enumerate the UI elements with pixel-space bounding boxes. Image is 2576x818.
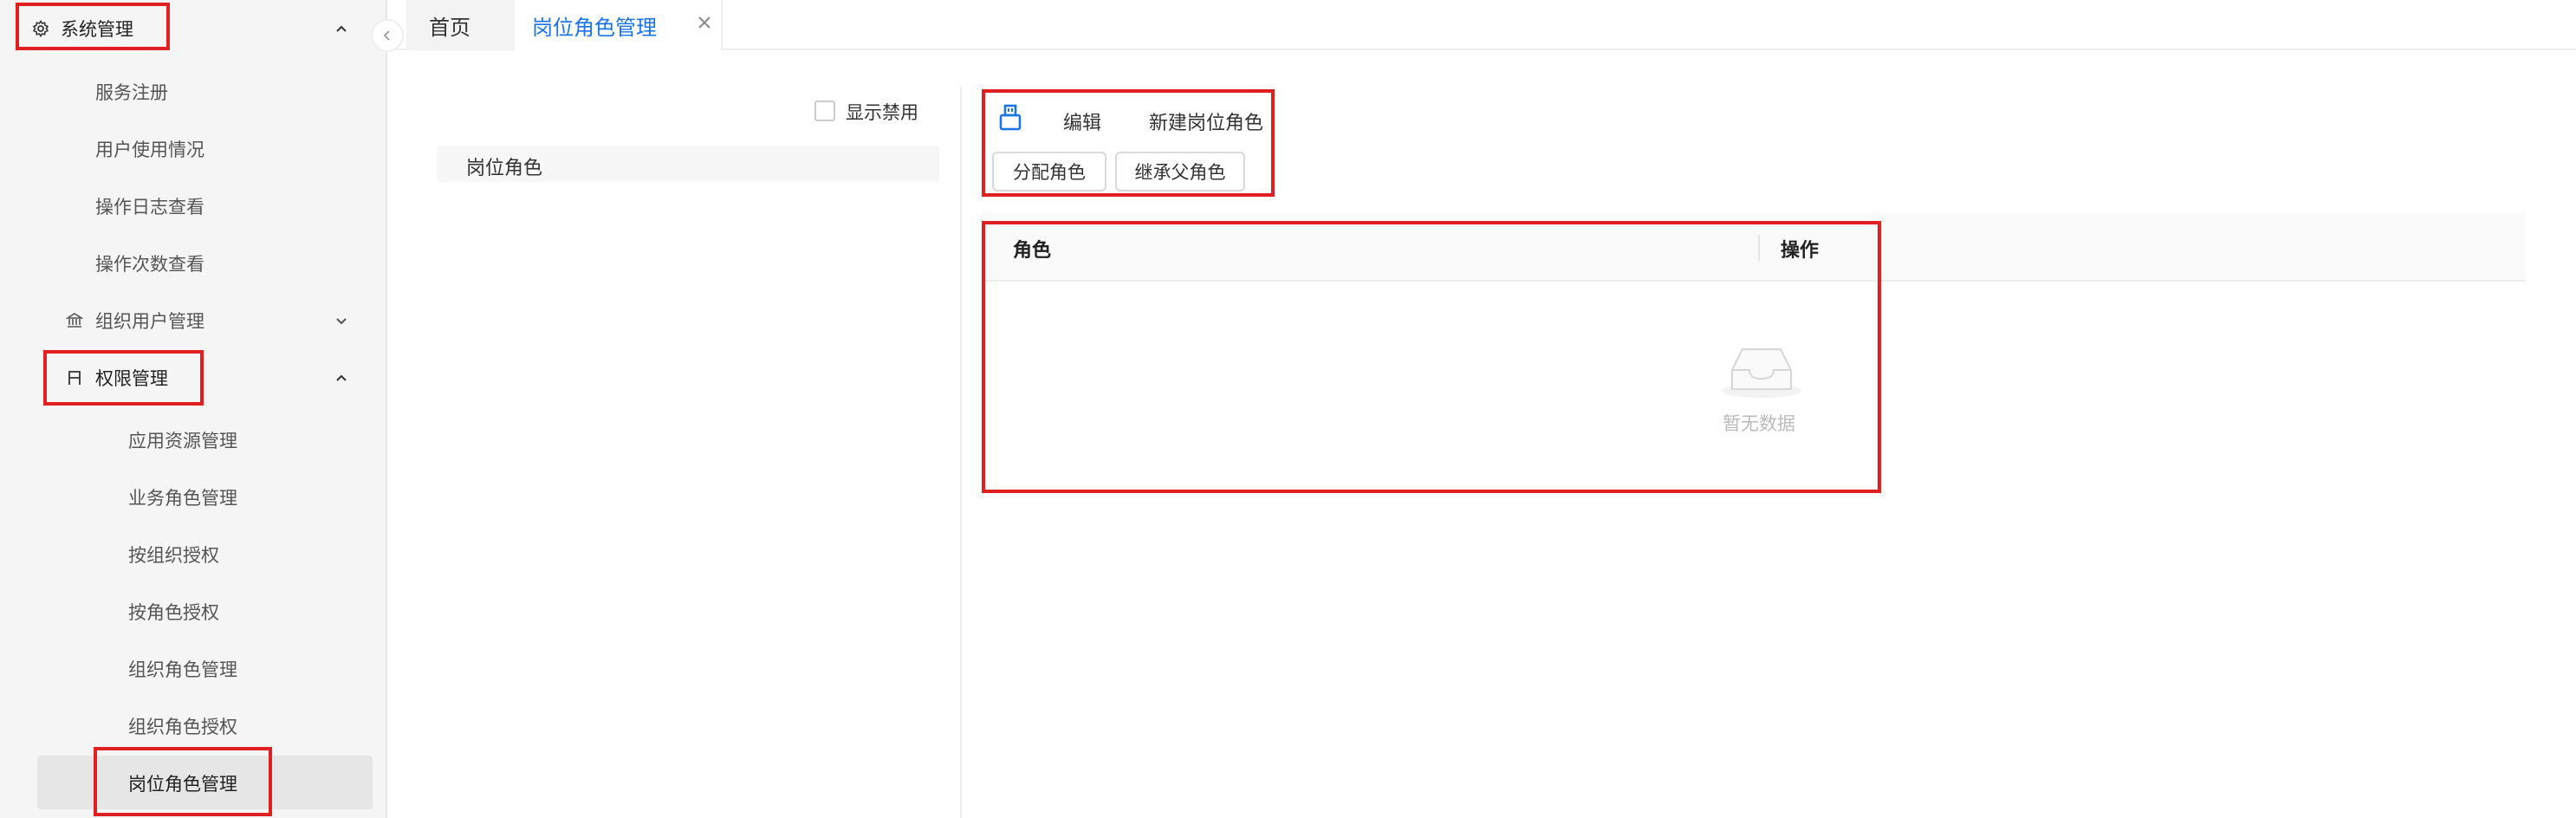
save-icon[interactable] xyxy=(997,103,1023,133)
sidebar: 系统管理 服务注册 用户使用情况 操作日志查看 操作次数查看 组织用户管理 权限… xyxy=(0,0,387,818)
sidebar-item-label: 组织角色授权 xyxy=(128,717,237,737)
sidebar-item-user-usage[interactable]: 用户使用情况 xyxy=(0,120,387,178)
sidebar-item-org-role-management[interactable]: 组织角色管理 xyxy=(0,640,387,698)
sidebar-item-operation-log[interactable]: 操作日志查看 xyxy=(0,178,387,235)
highlight-frame xyxy=(982,221,1881,493)
chevron-down-icon xyxy=(336,318,347,325)
sidebar-item-business-role-management[interactable]: 业务角色管理 xyxy=(0,469,387,526)
sidebar-item-label: 按角色授权 xyxy=(128,602,219,623)
bank-icon xyxy=(65,311,84,330)
edit-button[interactable]: 编辑 xyxy=(1063,107,1101,135)
sidebar-item-authorize-by-role[interactable]: 按角色授权 xyxy=(0,583,387,640)
highlight-frame xyxy=(16,3,170,50)
sidebar-item-label: 组织用户管理 xyxy=(95,311,204,332)
chevron-up-icon xyxy=(336,25,347,32)
sidebar-item-label: 操作日志查看 xyxy=(95,197,204,217)
action-toolbar: 编辑 新建岗位角色 分配角色 继承父角色 xyxy=(982,89,1275,197)
sidebar-item-app-resource-management[interactable]: 应用资源管理 xyxy=(0,412,387,469)
new-post-role-button[interactable]: 新建岗位角色 xyxy=(1149,107,1263,135)
highlight-frame xyxy=(94,747,272,816)
sidebar-item-label: 按组织授权 xyxy=(128,545,219,566)
tab-post-role-management[interactable]: 岗位角色管理 xyxy=(515,0,723,50)
sidebar-item-label: 服务注册 xyxy=(95,82,168,103)
sidebar-item-label: 应用资源管理 xyxy=(128,431,237,451)
tab-label: 岗位角色管理 xyxy=(532,15,657,40)
sidebar-item-label: 业务角色管理 xyxy=(128,488,237,509)
tab-bar: 首页 岗位角色管理 xyxy=(387,0,2576,50)
collapse-sidebar-button[interactable] xyxy=(371,19,404,52)
assign-role-button[interactable]: 分配角色 xyxy=(992,152,1106,192)
close-icon[interactable] xyxy=(697,15,712,30)
tab-home[interactable]: 首页 xyxy=(406,0,515,50)
sidebar-item-label: 组织角色管理 xyxy=(128,659,237,680)
sidebar-item-label: 用户使用情况 xyxy=(95,140,204,160)
sidebar-item-authorize-by-org[interactable]: 按组织授权 xyxy=(0,526,387,583)
sidebar-item-org-user-management[interactable]: 组织用户管理 xyxy=(0,292,387,349)
chevron-up-icon xyxy=(336,374,347,381)
highlight-frame xyxy=(43,350,204,406)
chevron-left-icon xyxy=(383,30,390,41)
tab-label: 首页 xyxy=(429,15,470,40)
tree-node-root[interactable]: 岗位角色 xyxy=(437,146,939,182)
sidebar-item-operation-count[interactable]: 操作次数查看 xyxy=(0,235,387,292)
show-disabled-label: 显示禁用 xyxy=(846,102,918,123)
role-tree-panel: 显示禁用 岗位角色 xyxy=(425,87,962,818)
sidebar-item-label: 操作次数查看 xyxy=(95,254,204,275)
show-disabled-checkbox[interactable] xyxy=(814,101,835,121)
inherit-parent-role-button[interactable]: 继承父角色 xyxy=(1115,152,1245,192)
tree-node-label: 岗位角色 xyxy=(466,158,543,179)
sidebar-item-service-registry[interactable]: 服务注册 xyxy=(0,63,387,120)
